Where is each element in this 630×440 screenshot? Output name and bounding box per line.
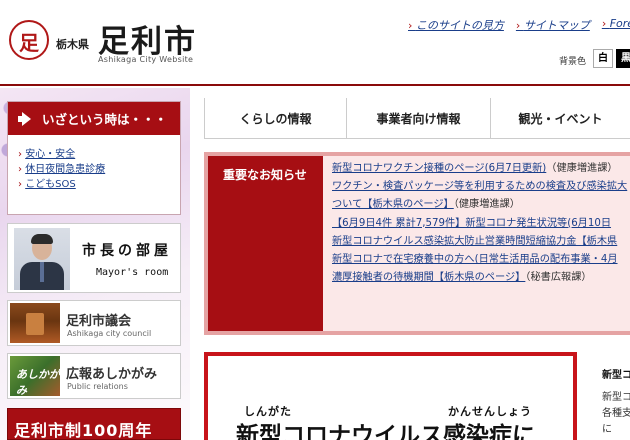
notice-link[interactable]: 【6月9日4件 累計7,579件】新型コロナ発生状況等(6月10日 [332,218,611,229]
megaphone-icon [18,112,34,126]
list-item: 安心・安全 [18,147,180,162]
banner-headline: 新型コロナウイルス感染症に [236,423,535,440]
emergency-header: いざという時は・・・ [8,102,180,135]
side-panel-heading: 新型コ [602,370,630,381]
notice-link[interactable]: ついて【栃木県のページ】 [332,199,454,210]
nav-business-info[interactable]: 事業者向け情報 [346,98,490,138]
side-panel-line: 各種支 [602,408,630,419]
side-panel-line: に [602,424,612,435]
mayor-photo-tie [40,262,44,282]
how-to-use-link[interactable]: このサイトの見方 [408,17,504,33]
background-color-label: 背景色 [559,57,587,67]
notice-link[interactable]: 新型コロナで在宅療養中の方へ(日常生活用品の配布事業・4月 [332,254,618,265]
council-title: 足利市議会 [66,314,132,329]
notices-heading: 重要なお知らせ [208,156,323,331]
kids-sos-link[interactable]: こどもSOS [25,179,76,190]
nav-tourism-events[interactable]: 観光・イベント [490,98,630,138]
bg-white-button[interactable]: 白 [593,49,613,68]
list-item: 休日夜間急患診療 [18,162,180,177]
bg-black-button[interactable]: 黒 [616,49,630,68]
city-emblem-icon[interactable]: 足 [9,20,49,60]
site-title-en: Ashikaga City Website [98,55,194,64]
council-subtitle: Ashikaga city council [67,329,152,338]
holiday-clinic-link[interactable]: 休日夜間急患診療 [25,164,105,175]
mayor-room-title: 市長の部屋 [82,243,172,259]
sitemap-link[interactable]: サイトマップ [516,17,590,33]
utility-links: このサイトの見方 サイトマップ Foreign [408,17,630,33]
list-item[interactable]: 【6月9日4件 累計7,579件】新型コロナ発生状況等(6月10日 [332,215,630,233]
list-item[interactable]: 新型コロナワクチン接種のページ(6月7日更新)（健康増進課） [332,160,630,178]
notice-link[interactable]: 新型コロナウイルス感染拡大防止営業時間短縮協力金【栃木県 [332,236,617,247]
pr-title: 広報あしかがみ [66,367,158,382]
list-item[interactable]: 新型コロナで在宅療養中の方へ(日常生活用品の配布事業・4月 [332,251,630,269]
safety-link[interactable]: 安心・安全 [25,149,75,160]
notice-department: （健康増進課） [546,163,618,174]
emergency-links: 安心・安全 休日夜間急患診療 こどもSOS [8,135,180,192]
notice-link[interactable]: ワクチン・検査パッケージ等を利用するための検査及び感染拡大 [332,181,627,192]
prefecture-label: 栃木県 [56,38,89,51]
important-notices: 重要なお知らせ 新型コロナワクチン接種のページ(6月7日更新)（健康増進課） ワ… [204,152,630,335]
nav-living-info[interactable]: くらしの情報 [204,98,346,138]
list-item[interactable]: ワクチン・検査パッケージ等を利用するための検査及び感染拡大 [332,178,630,196]
notices-list: 新型コロナワクチン接種のページ(6月7日更新)（健康増進課） ワクチン・検査パッ… [332,160,630,287]
centennial-banner[interactable]: 足利市制100周年 [7,408,181,440]
side-panel-line: 新型コ [602,392,630,403]
emergency-box: いざという時は・・・ 安心・安全 休日夜間急患診療 こどもSOS [7,101,181,215]
pr-magazine-image: あしかがみ [10,356,60,397]
nav-underline [204,138,630,139]
emergency-title: いざという時は・・・ [42,112,168,127]
pr-thumb-text: あしかがみ [16,368,60,397]
covid-side-panel: 新型コ 新型コ 各種支 に [588,352,630,440]
centennial-text: 足利市制100周年 [14,421,153,440]
pr-subtitle: Public relations [67,382,128,391]
site-header: 足 栃木県 足利市 Ashikaga City Website このサイトの見方… [0,0,630,86]
list-item[interactable]: 新型コロナウイルス感染拡大防止営業時間短縮協力金【栃木県 [332,233,630,251]
mayor-photo [14,228,70,290]
covid-info-banner[interactable]: しんがた かんせんしょう 新型コロナウイルス感染症に [204,352,577,440]
global-nav: くらしの情報 事業者向け情報 観光・イベント [204,98,630,138]
list-item: こどもSOS [18,177,180,192]
foreign-language-link[interactable]: Foreign [602,17,630,33]
list-item[interactable]: 濃厚接触者の待機期間【栃木県のページ】（秘書広報課） [332,269,630,287]
notice-link[interactable]: 濃厚接触者の待機期間【栃木県のページ】 [332,272,525,283]
notice-department: （健康増進課） [453,199,520,211]
notice-link[interactable]: 新型コロナワクチン接種のページ(6月7日更新) [332,163,546,174]
council-chamber-image [10,303,60,343]
mayor-room-subtitle: Mayor's room [96,267,169,278]
list-item[interactable]: ついて【栃木県のページ】（健康増進課） [332,196,630,214]
notice-department: （秘書広報課） [525,272,592,284]
mayor-photo-hair [31,234,53,244]
public-relations-banner[interactable]: あしかがみ 広報あしかがみ Public relations [7,353,181,399]
mayor-room-banner[interactable]: 市長の部屋 Mayor's room [7,223,181,293]
city-emblem-glyph: 足 [19,31,39,55]
page: 足 栃木県 足利市 Ashikaga City Website このサイトの見方… [0,0,630,440]
city-council-banner[interactable]: 足利市議会 Ashikaga city council [7,300,181,346]
